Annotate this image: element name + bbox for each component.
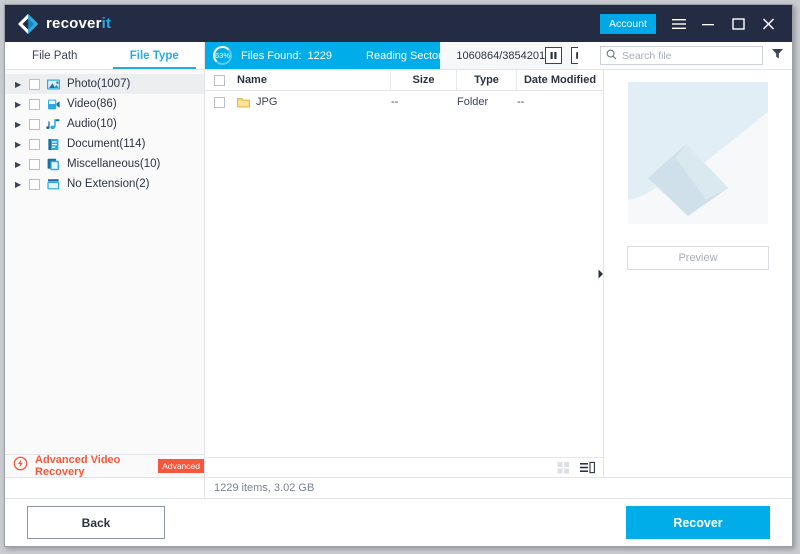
video-icon xyxy=(46,97,61,112)
photo-icon xyxy=(46,77,61,92)
stop-icon[interactable] xyxy=(571,47,578,64)
logo-accent: it xyxy=(101,15,112,32)
expand-caret-icon[interactable]: ▶ xyxy=(15,180,23,189)
sidebar-item-audio[interactable]: ▶ Audio(10) xyxy=(5,114,204,134)
view-tabs: File Path File Type xyxy=(5,42,205,69)
back-button[interactable]: Back xyxy=(27,506,165,539)
folder-icon xyxy=(237,97,250,108)
footer-bar: Back Recover xyxy=(5,498,792,546)
sidebar-item-no-extension[interactable]: ▶ No Extension(2) xyxy=(5,174,204,194)
sidebar: ▶ Photo(1007) ▶ Video(86) ▶ Audio(10) ▶ … xyxy=(5,70,205,478)
scan-controls xyxy=(545,47,578,64)
expand-caret-icon[interactable]: ▶ xyxy=(15,160,23,169)
minimize-icon[interactable] xyxy=(696,11,722,37)
table-row[interactable]: JPG -- Folder -- xyxy=(205,91,603,113)
checkbox[interactable] xyxy=(29,158,40,170)
collapse-panel-arrow-icon[interactable] xyxy=(597,259,604,289)
sidebar-item-label: Document(114) xyxy=(67,138,146,150)
row-name-text: JPG xyxy=(256,96,278,108)
checkbox[interactable] xyxy=(29,178,40,190)
sidebar-item-label: Video(86) xyxy=(67,98,117,110)
sidebar-item-video[interactable]: ▶ Video(86) xyxy=(5,94,204,114)
advanced-recovery-bolt-icon xyxy=(13,456,28,476)
pause-icon[interactable] xyxy=(545,47,563,64)
files-found-value: 1229 xyxy=(307,49,333,62)
status-text: 1229 items, 3.02 GB xyxy=(214,482,315,494)
advanced-video-recovery-label: Advanced Video Recovery xyxy=(35,454,121,478)
column-header-size[interactable]: Size xyxy=(391,70,457,90)
sub-header-bar: File Path File Type 63% Files Found: 122… xyxy=(5,42,792,70)
account-button[interactable]: Account xyxy=(600,13,656,34)
scan-percent-ring: 63% xyxy=(213,46,232,65)
app-logo: recoverit xyxy=(5,13,111,35)
recoverit-window: recoverit Account File Path File Type 63… xyxy=(4,4,793,547)
recover-button[interactable]: Recover xyxy=(626,506,770,539)
search-area xyxy=(578,42,792,69)
expand-caret-icon[interactable]: ▶ xyxy=(15,140,23,149)
app-logo-text: recoverit xyxy=(46,15,111,32)
grid-view-icon[interactable] xyxy=(557,461,570,474)
files-found-label: Files Found: xyxy=(241,49,302,62)
preview-button[interactable]: Preview xyxy=(627,246,769,270)
hamburger-menu-icon[interactable] xyxy=(666,11,692,37)
main-body: ▶ Photo(1007) ▶ Video(86) ▶ Audio(10) ▶ … xyxy=(5,70,792,478)
reading-sectors-label: Reading Sectors: xyxy=(366,49,451,62)
advanced-video-recovery-button[interactable]: Advanced Video Recovery Advanced xyxy=(5,454,204,478)
expand-caret-icon[interactable]: ▶ xyxy=(15,120,23,129)
checkbox[interactable] xyxy=(29,138,40,150)
logo-primary: recover xyxy=(46,15,102,32)
filter-funnel-icon[interactable] xyxy=(771,47,784,65)
advanced-badge: Advanced xyxy=(158,459,204,473)
select-all-checkbox-cell xyxy=(205,70,233,90)
tab-file-type[interactable]: File Type xyxy=(105,42,205,69)
select-all-checkbox[interactable] xyxy=(213,74,225,86)
recoverit-diamond-logo-icon xyxy=(17,13,39,35)
column-header-type[interactable]: Type xyxy=(457,70,517,90)
sidebar-item-label: Audio(10) xyxy=(67,118,117,130)
expand-caret-icon[interactable]: ▶ xyxy=(15,80,23,89)
file-type-tree: ▶ Photo(1007) ▶ Video(86) ▶ Audio(10) ▶ … xyxy=(5,70,204,454)
search-icon xyxy=(606,47,617,65)
sidebar-item-document[interactable]: ▶ Document(114) xyxy=(5,134,204,154)
row-checkbox[interactable] xyxy=(213,96,225,108)
tab-file-path[interactable]: File Path xyxy=(5,42,105,69)
window-controls: Account xyxy=(600,11,792,37)
column-header-date-modified[interactable]: Date Modified xyxy=(517,70,603,90)
close-icon[interactable] xyxy=(756,11,782,37)
checkbox[interactable] xyxy=(29,98,40,110)
search-box[interactable] xyxy=(600,46,763,65)
miscellaneous-icon xyxy=(46,157,61,172)
sidebar-item-miscellaneous[interactable]: ▶ Miscellaneous(10) xyxy=(5,154,204,174)
view-mode-toolbar xyxy=(205,457,603,477)
sidebar-item-label: Photo(1007) xyxy=(67,78,131,90)
expand-caret-icon[interactable]: ▶ xyxy=(15,100,23,109)
row-size-cell: -- xyxy=(391,96,399,108)
title-bar: recoverit Account xyxy=(5,5,792,42)
checkbox[interactable] xyxy=(29,118,40,130)
row-name-cell: JPG xyxy=(233,96,391,108)
file-list-pane: Name Size Type Date Modified JPG -- Fold… xyxy=(205,70,604,477)
no-extension-icon xyxy=(46,177,61,192)
image-placeholder-icon xyxy=(628,82,768,224)
maximize-icon[interactable] xyxy=(726,11,752,37)
list-view-icon[interactable] xyxy=(580,461,595,474)
file-list-empty-space xyxy=(205,113,603,457)
status-bar-left-spacer xyxy=(5,478,205,498)
scan-percent-label: 63% xyxy=(215,51,231,60)
sidebar-item-label: Miscellaneous(10) xyxy=(67,158,161,170)
scan-progress-bar: 63% Files Found: 1229 Reading Sectors: 1… xyxy=(205,42,578,69)
checkbox[interactable] xyxy=(29,78,40,90)
document-icon xyxy=(46,137,61,152)
search-input[interactable] xyxy=(622,49,757,62)
preview-pane: Preview xyxy=(604,70,792,477)
sidebar-item-photo[interactable]: ▶ Photo(1007) xyxy=(5,74,204,94)
row-date-cell: -- xyxy=(517,96,525,108)
sidebar-item-label: No Extension(2) xyxy=(67,178,150,190)
audio-icon xyxy=(46,117,61,132)
row-type-cell: Folder xyxy=(457,96,489,108)
status-bar: 1229 items, 3.02 GB xyxy=(5,477,792,498)
file-list-header: Name Size Type Date Modified xyxy=(205,70,603,91)
reading-sectors-value: 1060864/3854201 xyxy=(456,49,546,62)
column-header-name[interactable]: Name xyxy=(233,70,391,90)
